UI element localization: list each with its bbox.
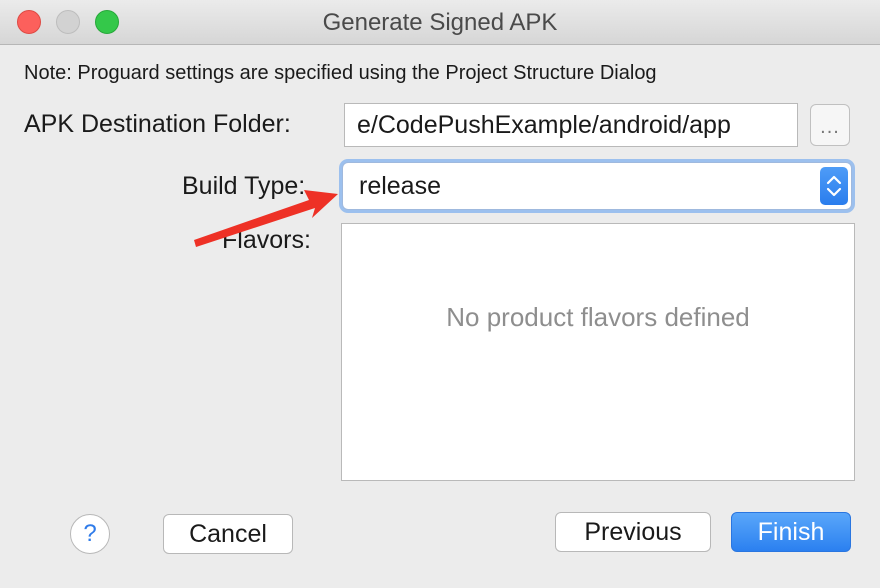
generate-signed-apk-dialog: Generate Signed APK Note: Proguard setti…: [0, 0, 880, 588]
destination-folder-input[interactable]: e/CodePushExample/android/app: [344, 103, 798, 147]
cancel-button[interactable]: Cancel: [163, 514, 293, 554]
build-type-label: Build Type:: [182, 172, 306, 200]
previous-button[interactable]: Previous: [555, 512, 711, 552]
destination-folder-label: APK Destination Folder:: [24, 110, 291, 138]
flavors-list[interactable]: No product flavors defined: [341, 223, 855, 481]
title-bar: Generate Signed APK: [0, 0, 880, 45]
build-type-select[interactable]: release: [342, 162, 852, 210]
browse-folder-button[interactable]: ...: [810, 104, 850, 146]
flavors-empty-message: No product flavors defined: [446, 302, 750, 332]
proguard-note: Note: Proguard settings are specified us…: [24, 62, 657, 84]
build-type-value: release: [359, 172, 441, 200]
select-arrows-icon: [820, 167, 848, 205]
flavors-label: Flavors:: [222, 226, 311, 254]
finish-button[interactable]: Finish: [731, 512, 851, 552]
help-button[interactable]: ?: [70, 514, 110, 554]
window-title: Generate Signed APK: [322, 9, 558, 36]
